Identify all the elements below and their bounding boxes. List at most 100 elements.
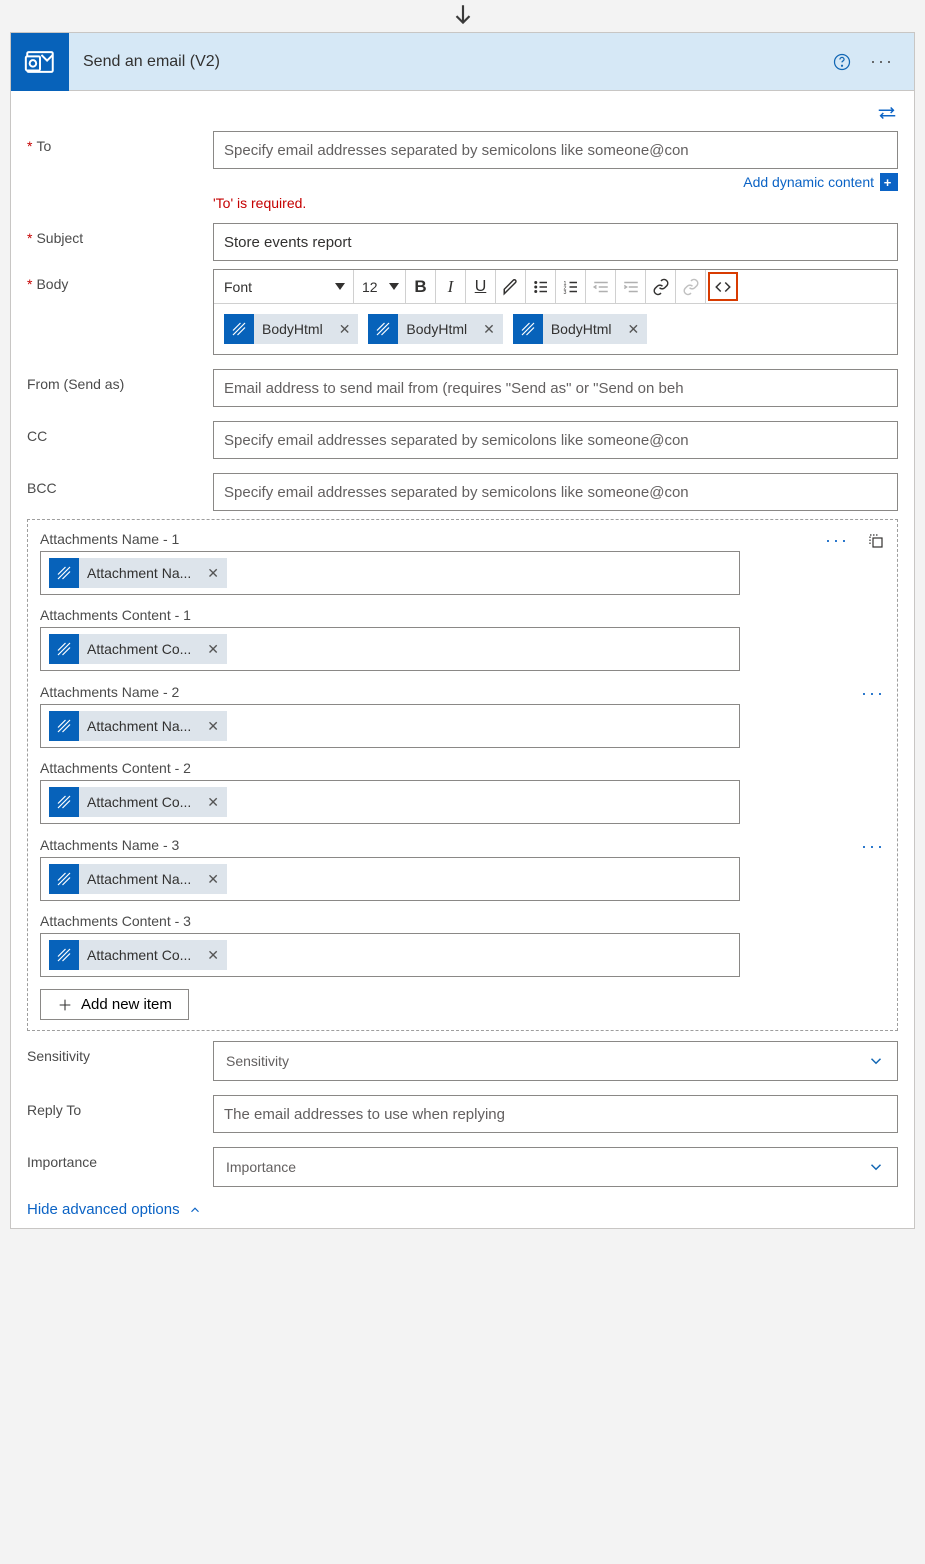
- token-icon: [49, 558, 79, 588]
- code-view-button[interactable]: [708, 272, 738, 301]
- attachment-content-label: Attachments Content - 2: [40, 760, 885, 776]
- token-icon: [49, 787, 79, 817]
- token-remove-icon[interactable]: ✕: [199, 794, 227, 811]
- card-menu-icon[interactable]: ···: [870, 51, 894, 72]
- color-button[interactable]: [496, 270, 526, 303]
- svg-text:3: 3: [563, 289, 566, 295]
- attachment-name-token[interactable]: Attachment Na...✕: [49, 558, 227, 588]
- attachment-name-label: Attachments Name - 3: [40, 837, 179, 853]
- token-label: Attachment Co...: [79, 641, 199, 657]
- attachment-name-label: Attachments Name - 1: [40, 531, 179, 547]
- chevron-down-icon: [867, 1158, 885, 1176]
- attachment-content-token[interactable]: Attachment Co...✕: [49, 940, 227, 970]
- underline-button[interactable]: U: [466, 270, 496, 303]
- action-card: Send an email (V2) ··· *To A: [10, 32, 915, 1229]
- from-label: From (Send as): [27, 369, 213, 392]
- sensitivity-label: Sensitivity: [27, 1041, 213, 1064]
- attachment-content-input[interactable]: Attachment Co...✕: [40, 780, 740, 824]
- token-label: BodyHtml: [543, 321, 620, 337]
- italic-button[interactable]: I: [436, 270, 466, 303]
- card-header[interactable]: Send an email (V2) ···: [11, 33, 914, 91]
- to-input[interactable]: [213, 131, 898, 169]
- token-icon: [368, 314, 398, 344]
- indent-button[interactable]: [616, 270, 646, 303]
- importance-placeholder: Importance: [226, 1159, 296, 1175]
- attachment-content-token[interactable]: Attachment Co...✕: [49, 787, 227, 817]
- importance-select[interactable]: Importance: [213, 1147, 898, 1187]
- token-remove-icon[interactable]: ✕: [199, 641, 227, 658]
- token-remove-icon[interactable]: ✕: [199, 565, 227, 582]
- attachments-section: Attachments Name - 1···Attachment Na...✕…: [27, 519, 898, 1031]
- attachment-item-menu-icon[interactable]: ···: [825, 530, 849, 551]
- bcc-label: BCC: [27, 473, 213, 496]
- token-label: BodyHtml: [254, 321, 331, 337]
- attachment-name-input[interactable]: Attachment Na...✕: [40, 857, 740, 901]
- token-icon: [49, 864, 79, 894]
- token-icon: [224, 314, 254, 344]
- attachment-name-token[interactable]: Attachment Na...✕: [49, 711, 227, 741]
- token-remove-icon[interactable]: ✕: [199, 871, 227, 888]
- caret-down-icon: [389, 283, 399, 290]
- caret-down-icon: [335, 283, 345, 290]
- bold-button[interactable]: B: [406, 270, 436, 303]
- token-label: Attachment Na...: [79, 565, 199, 581]
- subject-label: *Subject: [27, 223, 213, 246]
- font-select[interactable]: Font: [214, 270, 354, 303]
- add-dynamic-content-icon[interactable]: +: [880, 173, 898, 191]
- unlink-button[interactable]: [676, 270, 706, 303]
- copy-icon[interactable]: [867, 532, 885, 550]
- attachment-name-token[interactable]: Attachment Na...✕: [49, 864, 227, 894]
- token-icon: [49, 711, 79, 741]
- body-label: *Body: [27, 269, 213, 292]
- cc-input[interactable]: [213, 421, 898, 459]
- attachment-item-menu-icon[interactable]: ···: [861, 836, 885, 857]
- sensitivity-placeholder: Sensitivity: [226, 1053, 289, 1069]
- attachment-content-input[interactable]: Attachment Co...✕: [40, 627, 740, 671]
- token-label: BodyHtml: [398, 321, 475, 337]
- hide-advanced-options-link[interactable]: Hide advanced options: [27, 1201, 898, 1218]
- body-token[interactable]: BodyHtml✕: [368, 314, 502, 344]
- attachment-name-label: Attachments Name - 2: [40, 684, 179, 700]
- add-dynamic-content-link[interactable]: Add dynamic content: [743, 174, 874, 190]
- rich-text-toolbar: Font 12 B I U: [214, 270, 897, 304]
- token-remove-icon[interactable]: ✕: [199, 718, 227, 735]
- token-remove-icon[interactable]: ✕: [620, 321, 648, 338]
- attachment-content-label: Attachments Content - 1: [40, 607, 885, 623]
- token-icon: [49, 940, 79, 970]
- attachment-item-menu-icon[interactable]: ···: [861, 683, 885, 704]
- token-label: Attachment Na...: [79, 718, 199, 734]
- token-remove-icon[interactable]: ✕: [475, 321, 503, 338]
- token-label: Attachment Co...: [79, 794, 199, 810]
- help-icon[interactable]: [832, 52, 852, 72]
- token-label: Attachment Co...: [79, 947, 199, 963]
- chevron-down-icon: [867, 1052, 885, 1070]
- attachment-content-input[interactable]: Attachment Co...✕: [40, 933, 740, 977]
- body-editor[interactable]: Font 12 B I U: [213, 269, 898, 355]
- add-new-item-button[interactable]: Add new item: [40, 989, 189, 1020]
- importance-label: Importance: [27, 1147, 213, 1170]
- attachment-name-input[interactable]: Attachment Na...✕: [40, 704, 740, 748]
- body-token[interactable]: BodyHtml✕: [224, 314, 358, 344]
- bcc-input[interactable]: [213, 473, 898, 511]
- attachment-name-input[interactable]: Attachment Na...✕: [40, 551, 740, 595]
- attachment-content-label: Attachments Content - 3: [40, 913, 885, 929]
- numbering-button[interactable]: 123: [556, 270, 586, 303]
- outlook-icon: [11, 33, 69, 91]
- swap-icon[interactable]: [27, 105, 898, 121]
- from-input[interactable]: [213, 369, 898, 407]
- attachment-content-token[interactable]: Attachment Co...✕: [49, 634, 227, 664]
- link-button[interactable]: [646, 270, 676, 303]
- outdent-button[interactable]: [586, 270, 616, 303]
- reply-to-label: Reply To: [27, 1095, 213, 1118]
- token-remove-icon[interactable]: ✕: [331, 321, 359, 338]
- reply-to-input[interactable]: [213, 1095, 898, 1133]
- sensitivity-select[interactable]: Sensitivity: [213, 1041, 898, 1081]
- bullets-button[interactable]: [526, 270, 556, 303]
- token-icon: [49, 634, 79, 664]
- token-remove-icon[interactable]: ✕: [199, 947, 227, 964]
- subject-input[interactable]: [213, 223, 898, 261]
- body-token[interactable]: BodyHtml✕: [513, 314, 647, 344]
- font-size-select[interactable]: 12: [354, 270, 406, 303]
- to-error: 'To' is required.: [213, 195, 898, 211]
- cc-label: CC: [27, 421, 213, 444]
